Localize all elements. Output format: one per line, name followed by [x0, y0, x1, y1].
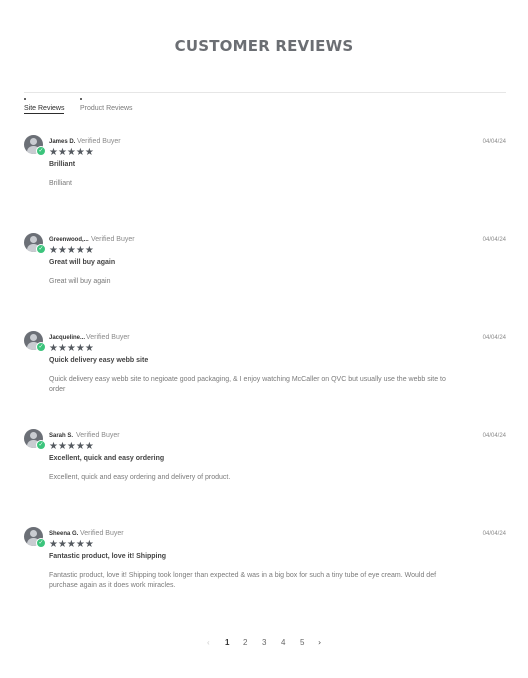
review-headline: Great will buy again	[49, 259, 116, 266]
review-headline: Quick delivery easy webb site	[49, 357, 149, 364]
review-date: 04/04/24	[482, 335, 506, 341]
review-headline: Brilliant	[49, 161, 76, 168]
page-5-button[interactable]: 5	[300, 638, 304, 647]
review-body: Excellent, quick and easy ordering and d…	[49, 474, 231, 481]
verified-buyer-label: Verified Buyer	[76, 432, 120, 439]
reviewer-name: Sarah S.	[49, 433, 74, 439]
pagination: ‹ 1 2 3 4 5 ›	[0, 638, 528, 652]
review-body: Great will buy again	[49, 278, 111, 285]
verified-check-icon: ✓	[36, 146, 46, 156]
verified-check-icon: ✓	[36, 440, 46, 450]
reviewer-name: James D.	[49, 139, 76, 145]
page-2-button[interactable]: 2	[243, 638, 247, 647]
page-title: CUSTOMER REVIEWS	[174, 37, 354, 55]
reviewer-name: Sheena G.	[49, 531, 79, 537]
review-item: ✓ Jacqueline... Verified Buyer 04/04/24 …	[24, 331, 506, 411]
pagination-next-button[interactable]: ›	[318, 638, 321, 647]
divider	[24, 92, 506, 93]
review-date: 04/04/24	[482, 237, 506, 243]
review-item: ✓ Sarah S. Verified Buyer 04/04/24 ★★★★★…	[24, 429, 506, 509]
review-headline: Fantastic product, love it! Shipping	[49, 553, 167, 560]
star-rating: ★★★★★	[49, 441, 94, 452]
tab-indicator-dot	[24, 98, 26, 100]
page-3-button[interactable]: 3	[262, 638, 266, 647]
pagination-prev-button[interactable]: ‹	[207, 638, 210, 647]
review-item: ✓ Sheena G. Verified Buyer 04/04/24 ★★★★…	[24, 527, 506, 607]
review-item: ✓ Greenwood,... Verified Buyer 04/04/24 …	[24, 233, 506, 313]
star-rating: ★★★★★	[49, 147, 94, 158]
verified-check-icon: ✓	[36, 538, 46, 548]
review-date: 04/04/24	[482, 433, 506, 439]
tab-label: Product Reviews	[80, 105, 133, 112]
verified-buyer-label: Verified Buyer	[91, 236, 135, 243]
tab-indicator-dot	[80, 98, 82, 100]
reviewer-name: Greenwood,...	[49, 237, 89, 243]
review-headline: Excellent, quick and easy ordering	[49, 455, 165, 462]
star-rating: ★★★★★	[49, 343, 94, 354]
review-body: Fantastic product, love it! Shipping too…	[49, 572, 437, 589]
reviewer-name: Jacqueline...	[49, 335, 86, 341]
star-rating: ★★★★★	[49, 539, 94, 550]
review-body: Quick delivery easy webb site to negioat…	[49, 376, 446, 393]
star-rating: ★★★★★	[49, 245, 94, 256]
verified-buyer-label: Verified Buyer	[86, 334, 130, 341]
verified-check-icon: ✓	[36, 244, 46, 254]
page-1-button[interactable]: 1	[225, 638, 229, 647]
verified-buyer-label: Verified Buyer	[77, 138, 121, 145]
verified-buyer-label: Verified Buyer	[80, 530, 124, 537]
review-item: ✓ James D. Verified Buyer 04/04/24 ★★★★★…	[24, 135, 506, 215]
tab-label: Site Reviews	[24, 105, 65, 114]
review-date: 04/04/24	[482, 139, 506, 145]
page-4-button[interactable]: 4	[281, 638, 285, 647]
review-body: Brilliant	[49, 180, 72, 187]
verified-check-icon: ✓	[36, 342, 46, 352]
review-date: 04/04/24	[482, 531, 506, 537]
